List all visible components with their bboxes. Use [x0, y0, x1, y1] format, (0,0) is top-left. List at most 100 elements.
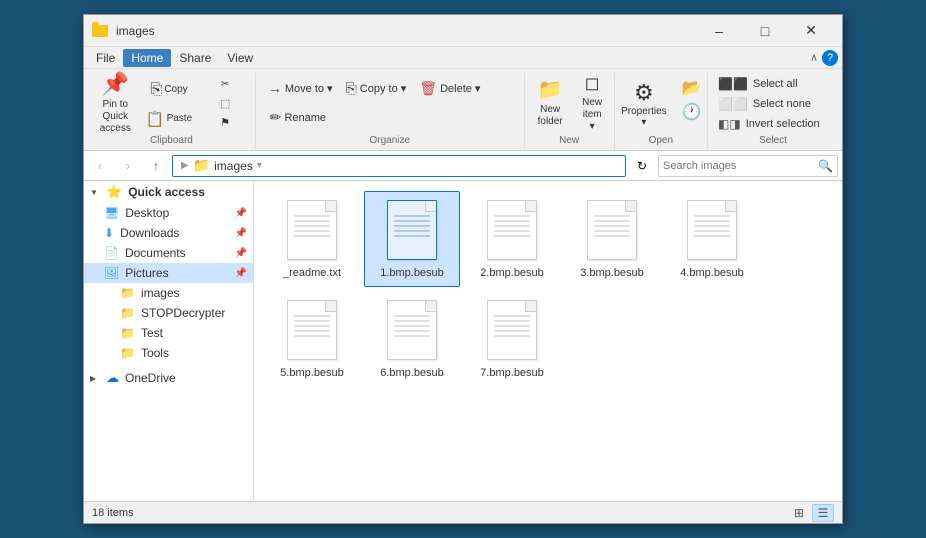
sidebar-item-tools[interactable]: 📁 Tools — [84, 343, 253, 363]
file-icon-readme — [284, 198, 340, 262]
menu-home[interactable]: Home — [123, 49, 171, 67]
sidebar-item-pictures[interactable]: 🖼 Pictures 📌 — [84, 263, 253, 283]
search-box[interactable]: 🔍 — [658, 155, 838, 177]
sidebar-item-documents[interactable]: 📄 Documents 📌 — [84, 243, 253, 263]
invert-label: Invert selection — [746, 118, 820, 130]
file-item-1bmp[interactable]: 1.bmp.besub — [364, 191, 460, 287]
file-icon-2bmp — [484, 198, 540, 262]
file-item-5bmp[interactable]: 5.bmp.besub — [264, 291, 360, 387]
paste-btn[interactable]: 📋Paste — [140, 104, 198, 133]
select-label: Select — [759, 133, 787, 148]
ribbon-group-select: ⬛⬛ Select all ⬜⬜ Select none ◧◨ Invert s… — [708, 73, 838, 150]
file-item-6bmp[interactable]: 6.bmp.besub — [364, 291, 460, 387]
copy-path-btn[interactable]: ⬚ — [200, 94, 250, 113]
paste-shortcut-btn[interactable]: ⚑ — [200, 113, 250, 132]
file-page-4bmp — [687, 200, 737, 260]
menu-share[interactable]: Share — [171, 49, 219, 67]
pictures-icon: 🖼 — [104, 266, 119, 280]
file-grid: _readme.txt 1.bmp.besub — [254, 181, 842, 501]
file-item-4bmp[interactable]: 4.bmp.besub — [664, 191, 760, 287]
new-folder-btn[interactable]: 📁 Newfolder — [528, 75, 572, 131]
file-item-2bmp[interactable]: 2.bmp.besub — [464, 191, 560, 287]
minimize-button[interactable]: – — [696, 15, 742, 47]
quick-access-arrow: ▼ — [90, 188, 100, 197]
select-none-item[interactable]: ⬜⬜ Select none — [713, 95, 833, 113]
close-button[interactable]: ✕ — [788, 15, 834, 47]
file-icon-6bmp — [384, 298, 440, 362]
sidebar-item-downloads[interactable]: ⬇ Downloads 📌 — [84, 223, 253, 243]
clipboard-small-btns: ⎘Copy 📋Paste — [140, 75, 198, 133]
menu-bar: File Home Share View ∧ ? — [84, 47, 842, 69]
ribbon-collapse-btn[interactable]: ∧ — [810, 51, 818, 64]
desktop-pin: 📌 — [235, 208, 247, 219]
pin-quick-access-btn[interactable]: 📌 Pin to Quickaccess — [93, 75, 138, 131]
sidebar-item-stopdecrypter[interactable]: 📁 STOPDecrypter — [84, 303, 253, 323]
new-folder-label: Newfolder — [538, 104, 563, 128]
select-all-item[interactable]: ⬛⬛ Select all — [713, 75, 833, 93]
up-btn[interactable]: ↑ — [144, 154, 168, 178]
file-name-6bmp: 6.bmp.besub — [380, 366, 444, 380]
organize-label: Organize — [369, 133, 410, 148]
help-btn[interactable]: ? — [822, 50, 838, 66]
paste-icon: 📋 — [146, 110, 165, 128]
menu-view[interactable]: View — [219, 49, 261, 67]
file-page-7bmp — [487, 300, 537, 360]
file-page-2bmp — [487, 200, 537, 260]
file-item-3bmp[interactable]: 3.bmp.besub — [564, 191, 660, 287]
select-none-icon: ⬜⬜ — [718, 97, 748, 111]
documents-label: Documents — [125, 246, 186, 260]
delete-btn[interactable]: 🗑 Delete ▾ — [413, 75, 486, 101]
file-item-readme[interactable]: _readme.txt — [264, 191, 360, 287]
path-folder-icon: 📁 — [193, 157, 210, 174]
file-item-7bmp[interactable]: 7.bmp.besub — [464, 291, 560, 387]
file-icon-3bmp — [584, 198, 640, 262]
file-name-3bmp: 3.bmp.besub — [580, 266, 644, 280]
back-btn[interactable]: ‹ — [88, 154, 112, 178]
sidebar-item-desktop[interactable]: 🖥 Desktop 📌 — [84, 203, 253, 223]
path-arrow: ▾ — [257, 160, 262, 171]
ribbon-group-clipboard: 📌 Pin to Quickaccess ⎘Copy 📋Paste ✂ — [88, 73, 256, 150]
sidebar-item-test[interactable]: 📁 Test — [84, 323, 253, 343]
sidebar-item-images[interactable]: 📁 images — [84, 283, 253, 303]
view-grid-btn[interactable]: ⊞ — [788, 504, 810, 522]
open-btn[interactable]: 📂 — [676, 77, 708, 99]
refresh-btn[interactable]: ↻ — [630, 154, 654, 178]
ribbon: 📌 Pin to Quickaccess ⎘Copy 📋Paste ✂ — [84, 69, 842, 151]
paste-icon-row: 📋Paste — [146, 110, 192, 128]
sidebar-item-onedrive[interactable]: ▶ ☁ OneDrive — [84, 367, 253, 389]
pictures-pin: 📌 — [235, 268, 247, 279]
paste-label: Paste — [167, 113, 193, 124]
cut-icon: ✂ — [221, 79, 229, 90]
menu-file[interactable]: File — [88, 49, 123, 67]
new-item-btn[interactable]: ◻ Newitem ▾ — [574, 75, 610, 131]
new-folder-icon: 📁 — [538, 78, 563, 102]
history-btn[interactable]: 🕐 — [676, 101, 708, 123]
copy-to-btn[interactable]: ⎘ Copy to ▾ — [340, 75, 413, 101]
documents-pin: 📌 — [235, 248, 247, 259]
view-list-btn[interactable]: ☰ — [812, 504, 834, 522]
rename-btn[interactable]: ✏ Rename — [262, 105, 334, 131]
test-folder-label: Test — [141, 326, 163, 340]
invert-selection-item[interactable]: ◧◨ Invert selection — [713, 115, 833, 133]
sidebar: ▼ ⭐ Quick access 🖥 Desktop 📌 ⬇ Downloads… — [84, 181, 254, 501]
file-lines-6 — [394, 315, 430, 340]
main-content: ▼ ⭐ Quick access 🖥 Desktop 📌 ⬇ Downloads… — [84, 181, 842, 501]
address-path[interactable]: ▶ 📁 images ▾ — [172, 155, 626, 177]
sidebar-item-quick-access[interactable]: ▼ ⭐ Quick access — [84, 181, 253, 203]
forward-btn[interactable]: › — [116, 154, 140, 178]
open-label: Open — [649, 133, 673, 148]
file-name-2bmp: 2.bmp.besub — [480, 266, 544, 280]
maximize-button[interactable]: □ — [742, 15, 788, 47]
new-item-icon: ◻ — [585, 73, 600, 95]
file-grid-scroll[interactable]: _readme.txt 1.bmp.besub — [254, 181, 842, 501]
properties-btn[interactable]: ⚙ Properties▾ — [614, 75, 674, 131]
copy-btn[interactable]: ⎘Copy — [140, 75, 198, 104]
properties-label: Properties▾ — [621, 106, 667, 128]
file-page-readme — [287, 200, 337, 260]
pin-label: Pin to Quickaccess — [100, 99, 131, 135]
downloads-label: Downloads — [120, 226, 179, 240]
search-input[interactable] — [663, 160, 818, 172]
status-bar: 18 items ⊞ ☰ — [84, 501, 842, 523]
cut-btn[interactable]: ✂ — [200, 75, 250, 94]
move-to-btn[interactable]: → Move to ▾ — [262, 75, 339, 101]
